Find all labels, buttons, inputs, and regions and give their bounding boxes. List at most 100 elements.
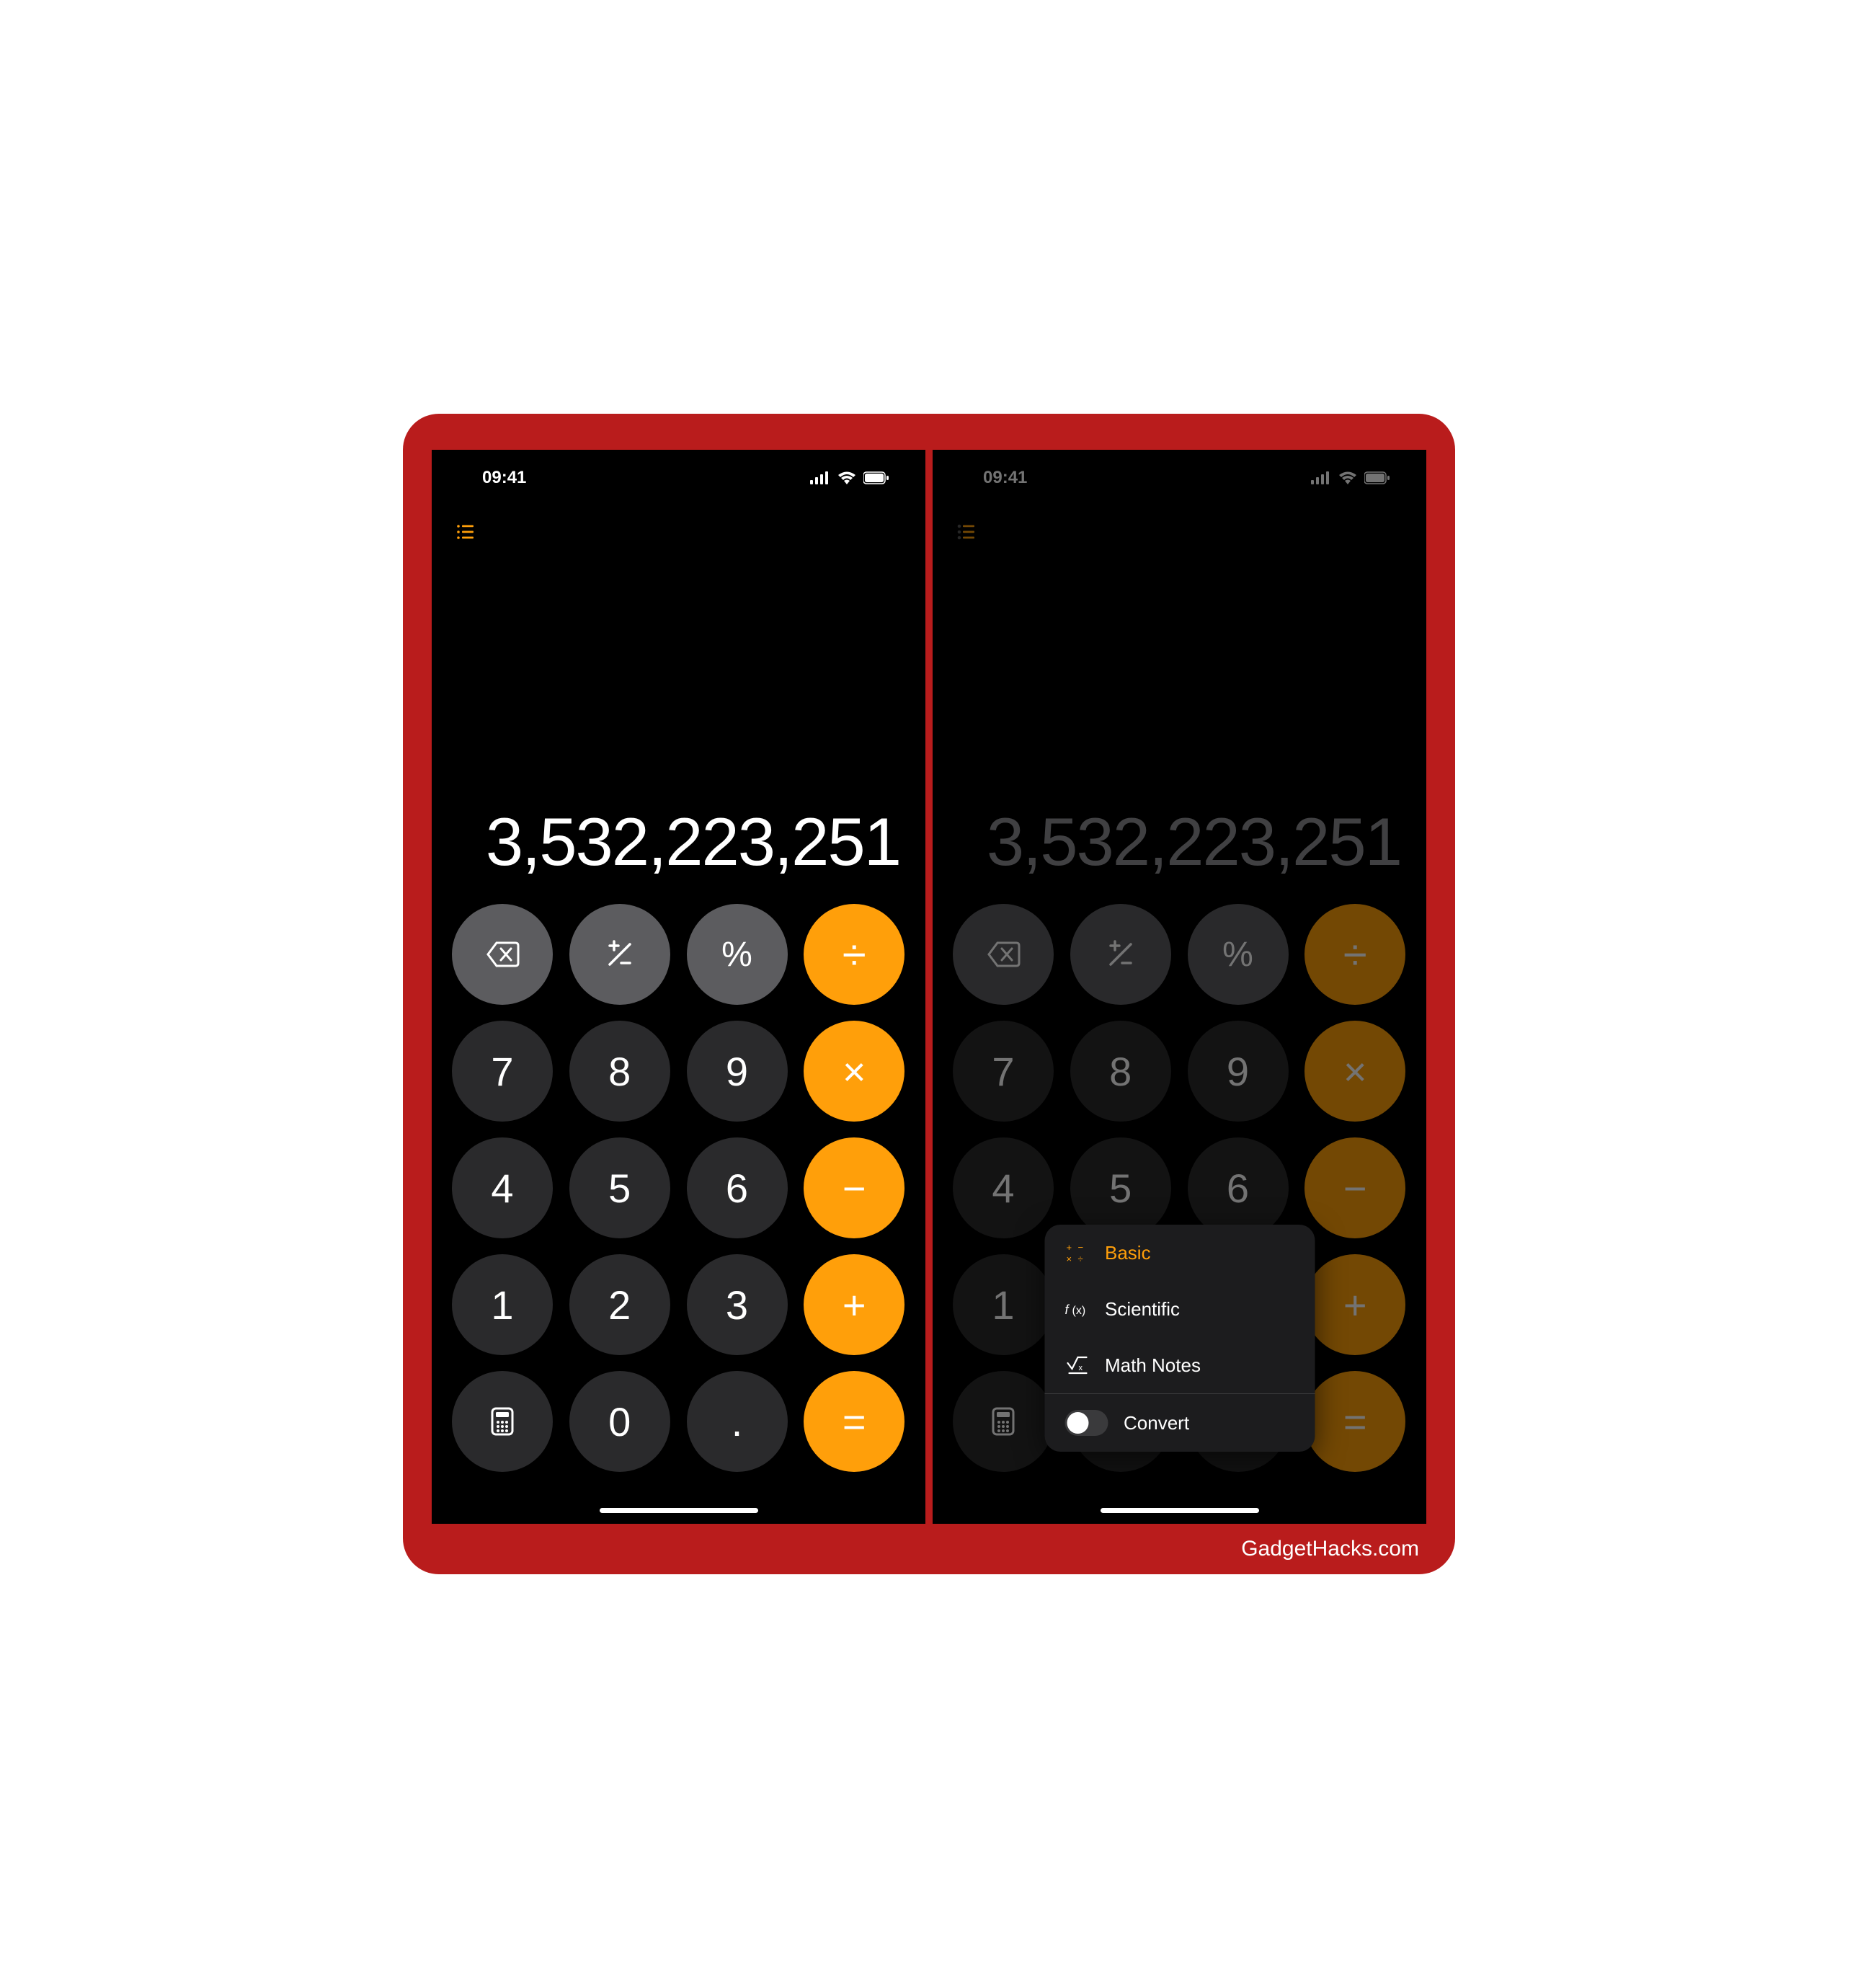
five-label: 5 <box>608 1165 631 1212</box>
decimal-label: . <box>732 1398 743 1445</box>
divide-label: ÷ <box>843 930 866 980</box>
menu-scientific[interactable]: f(x) Scientific <box>1044 1281 1315 1337</box>
backspace-button[interactable] <box>452 904 553 1005</box>
eight-button[interactable]: 8 <box>569 1021 670 1122</box>
four-button[interactable]: 4 <box>452 1137 553 1238</box>
minus-button[interactable]: − <box>1304 1137 1405 1238</box>
menu-basic-label: Basic <box>1105 1242 1151 1264</box>
plus-minus-button[interactable] <box>569 904 670 1005</box>
menu-convert[interactable]: Convert <box>1044 1393 1315 1452</box>
menu-math-notes[interactable]: x Math Notes <box>1044 1337 1315 1393</box>
plus-label: + <box>1343 1282 1367 1328</box>
multiply-label: × <box>1343 1048 1367 1095</box>
minus-button[interactable]: − <box>804 1137 904 1238</box>
screenshot-frame: 09:41 3,532,223,251 % ÷ 7 <box>403 414 1455 1574</box>
signal-icon <box>810 471 830 484</box>
menu-scientific-label: Scientific <box>1105 1298 1180 1321</box>
menu-math-notes-label: Math Notes <box>1105 1354 1201 1377</box>
phone-right: 09:41 3,532,223,251 % ÷ 7 8 9 × 4 <box>933 450 1426 1524</box>
status-icons <box>810 471 889 484</box>
calculator-icon <box>484 1403 521 1440</box>
one-label: 1 <box>491 1282 513 1328</box>
status-icons <box>1311 471 1390 484</box>
percent-button[interactable]: % <box>1188 904 1289 1005</box>
backspace-button[interactable] <box>953 904 1054 1005</box>
plus-button[interactable]: + <box>804 1254 904 1355</box>
svg-text:(x): (x) <box>1072 1305 1085 1317</box>
plus-minus-button[interactable] <box>1070 904 1171 1005</box>
four-button[interactable]: 4 <box>953 1137 1054 1238</box>
status-time: 09:41 <box>983 468 1027 488</box>
nine-button[interactable]: 9 <box>1188 1021 1289 1122</box>
two-label: 2 <box>608 1282 631 1328</box>
six-button[interactable]: 6 <box>1188 1137 1289 1238</box>
mode-button[interactable] <box>452 1371 553 1472</box>
multiply-button[interactable]: × <box>1304 1021 1405 1122</box>
wifi-icon <box>837 471 856 484</box>
nine-button[interactable]: 9 <box>687 1021 788 1122</box>
zero-label: 0 <box>608 1398 631 1445</box>
mode-menu: +−×÷ Basic f(x) Scientific x Math Notes … <box>1044 1225 1315 1452</box>
math-notes-icon: x <box>1064 1353 1089 1377</box>
svg-text:x: x <box>1078 1364 1083 1372</box>
equals-button[interactable]: = <box>1304 1371 1405 1472</box>
six-button[interactable]: 6 <box>687 1137 788 1238</box>
svg-text:−: − <box>1077 1242 1083 1253</box>
history-icon[interactable] <box>956 522 976 542</box>
five-label: 5 <box>1109 1165 1132 1212</box>
plus-label: + <box>843 1282 866 1328</box>
menu-basic[interactable]: +−×÷ Basic <box>1044 1225 1315 1281</box>
three-label: 3 <box>726 1282 748 1328</box>
multiply-button[interactable]: × <box>804 1021 904 1122</box>
status-bar: 09:41 <box>432 450 925 499</box>
history-icon[interactable] <box>455 522 475 542</box>
seven-button[interactable]: 7 <box>452 1021 553 1122</box>
divide-button[interactable]: ÷ <box>804 904 904 1005</box>
divide-label: ÷ <box>1343 930 1367 980</box>
mode-button[interactable] <box>953 1371 1054 1472</box>
eight-button[interactable]: 8 <box>1070 1021 1171 1122</box>
five-button[interactable]: 5 <box>569 1137 670 1238</box>
decimal-button[interactable]: . <box>687 1371 788 1472</box>
four-label: 4 <box>992 1165 1014 1212</box>
plus-minus-icon <box>601 936 639 973</box>
six-label: 6 <box>1227 1165 1249 1212</box>
wifi-icon <box>1338 471 1357 484</box>
calculator-display: 3,532,223,251 <box>457 803 900 881</box>
multiply-label: × <box>843 1048 866 1095</box>
one-button[interactable]: 1 <box>452 1254 553 1355</box>
equals-label: = <box>1343 1398 1367 1445</box>
signal-icon <box>1311 471 1331 484</box>
calculator-icon <box>984 1403 1022 1440</box>
four-label: 4 <box>491 1165 513 1212</box>
plus-button[interactable]: + <box>1304 1254 1405 1355</box>
zero-button[interactable]: 0 <box>569 1371 670 1472</box>
seven-button[interactable]: 7 <box>953 1021 1054 1122</box>
percent-button[interactable]: % <box>687 904 788 1005</box>
home-indicator[interactable] <box>600 1508 758 1513</box>
svg-text:f: f <box>1064 1303 1070 1317</box>
basic-icon: +−×÷ <box>1064 1241 1089 1265</box>
status-time: 09:41 <box>482 468 526 488</box>
percent-label: % <box>721 935 752 975</box>
three-button[interactable]: 3 <box>687 1254 788 1355</box>
phone-left: 09:41 3,532,223,251 % ÷ 7 <box>432 450 925 1524</box>
seven-label: 7 <box>992 1048 1014 1095</box>
watermark: GadgetHacks.com <box>1241 1537 1419 1561</box>
plus-minus-icon <box>1102 936 1139 973</box>
backspace-icon <box>484 936 521 973</box>
status-bar: 09:41 <box>933 450 1426 499</box>
battery-icon <box>1364 471 1390 484</box>
convert-toggle[interactable] <box>1064 1410 1108 1436</box>
divide-button[interactable]: ÷ <box>1304 904 1405 1005</box>
menu-convert-label: Convert <box>1124 1412 1189 1434</box>
two-button[interactable]: 2 <box>569 1254 670 1355</box>
home-indicator[interactable] <box>1101 1508 1259 1513</box>
five-button[interactable]: 5 <box>1070 1137 1171 1238</box>
percent-label: % <box>1222 935 1253 975</box>
backspace-icon <box>984 936 1022 973</box>
battery-icon <box>863 471 889 484</box>
one-button[interactable]: 1 <box>953 1254 1054 1355</box>
equals-label: = <box>843 1398 866 1445</box>
equals-button[interactable]: = <box>804 1371 904 1472</box>
